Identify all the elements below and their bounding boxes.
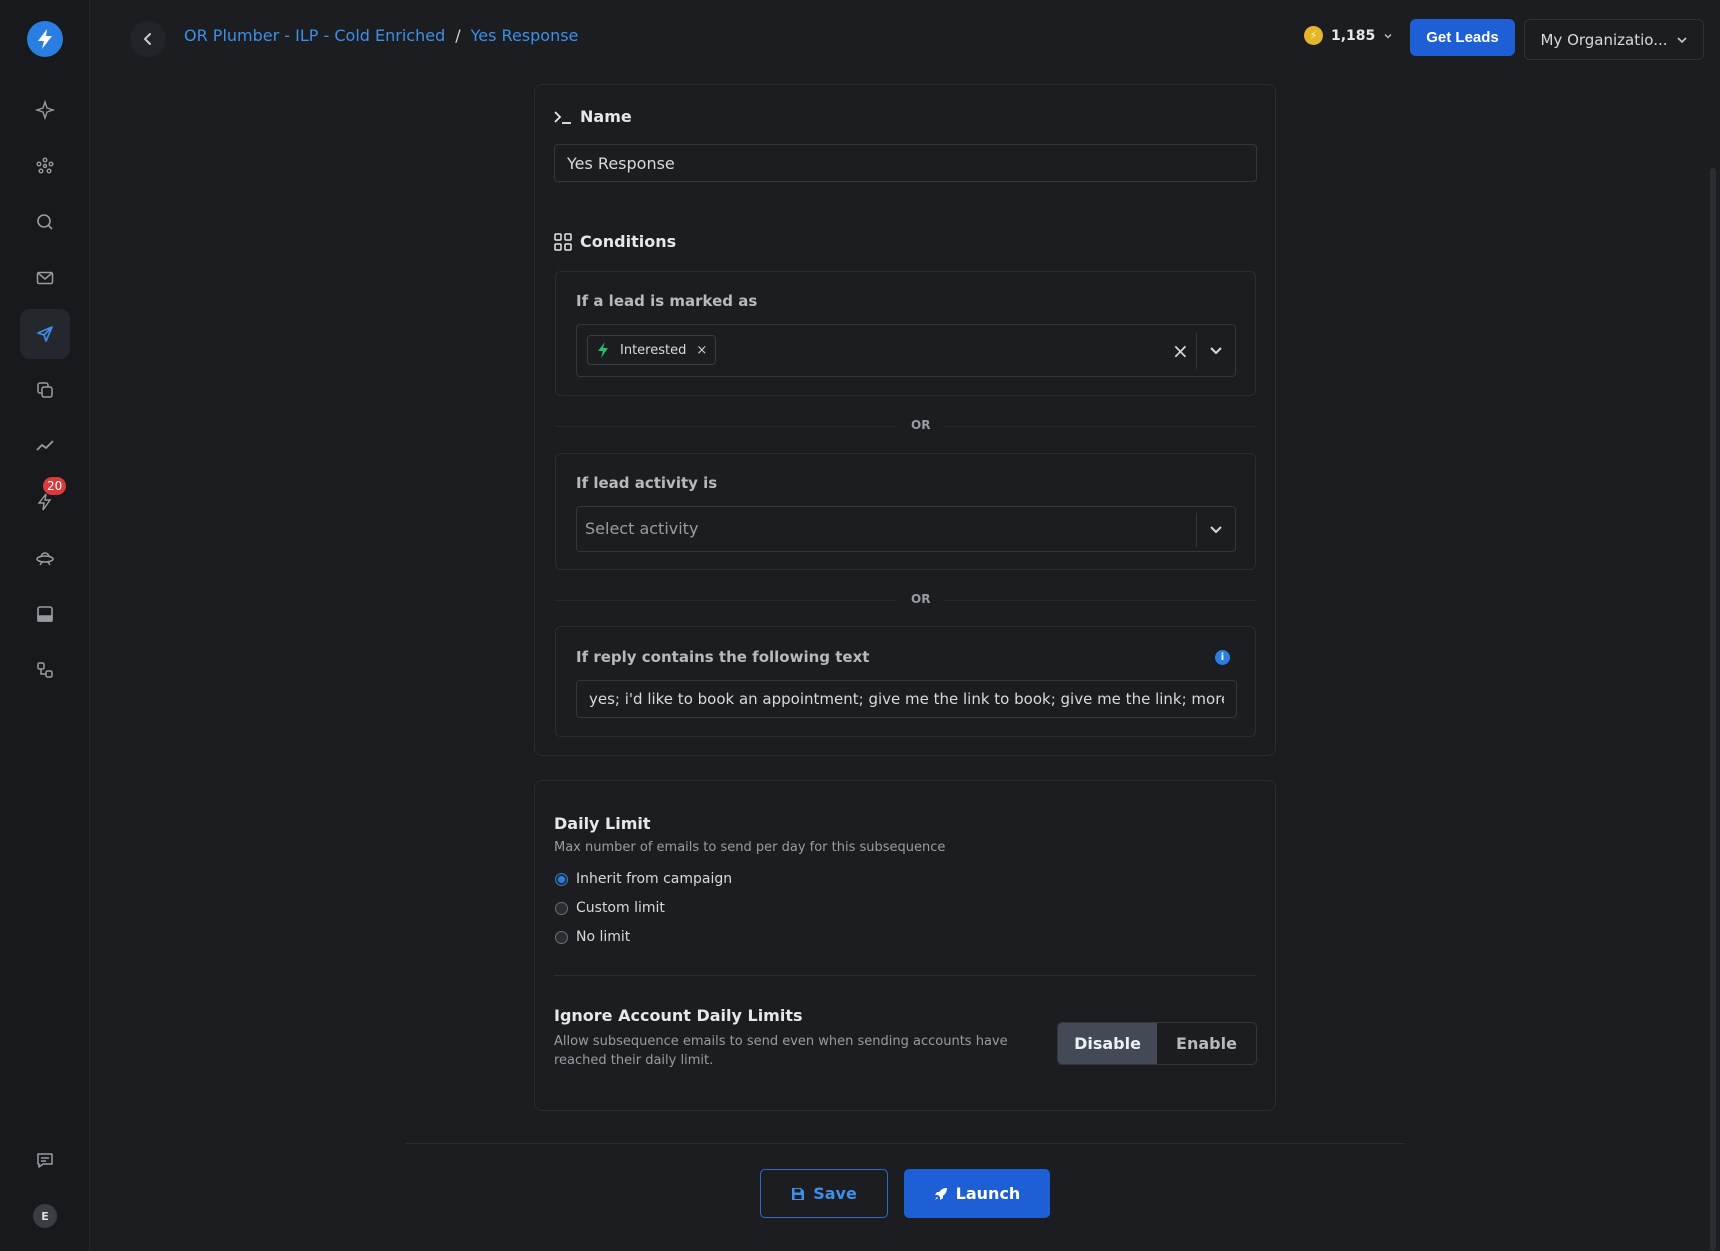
chevron-down-icon (1210, 347, 1222, 355)
organization-dropdown[interactable]: My Organizatio... (1524, 19, 1704, 60)
breadcrumb: OR Plumber - ILP - Cold Enriched / Yes R… (184, 26, 578, 45)
breadcrumb-campaign-link[interactable]: OR Plumber - ILP - Cold Enriched (184, 26, 445, 45)
daily-limit-description: Max number of emails to send per day for… (554, 840, 946, 855)
limits-card: Daily Limit Max number of emails to send… (534, 780, 1276, 1111)
radio-no-limit[interactable]: No limit (555, 929, 630, 945)
conditions-grid-icon (554, 232, 572, 251)
disable-option[interactable]: Disable (1058, 1023, 1157, 1064)
name-section-title: Name (554, 107, 632, 126)
enable-option[interactable]: Enable (1157, 1023, 1256, 1064)
or-divider: OR (555, 592, 1256, 606)
marked-as-label: If a lead is marked as (576, 292, 758, 310)
sparkle-icon[interactable] (20, 85, 70, 135)
footer-divider (406, 1143, 1405, 1144)
chevron-down-icon (1384, 33, 1392, 39)
launch-button[interactable]: Launch (904, 1169, 1050, 1218)
bolt-icon (598, 342, 608, 358)
daily-limit-title: Daily Limit (554, 814, 651, 833)
remove-chip-icon[interactable]: × (696, 343, 707, 358)
bolt-icon[interactable]: 20 (20, 477, 70, 527)
floppy-disk-icon (792, 1187, 805, 1200)
save-button[interactable]: Save (760, 1169, 888, 1218)
radio-button[interactable] (555, 930, 568, 944)
radio-button[interactable] (555, 901, 568, 915)
lead-activity-condition: If lead activity is Select activity (555, 453, 1256, 570)
lead-status-condition: If a lead is marked as Interested × × (555, 271, 1256, 396)
activity-placeholder: Select activity (585, 519, 699, 538)
rocket-icon (934, 1187, 947, 1200)
activity-label: If lead activity is (576, 474, 718, 492)
info-icon[interactable]: i (1215, 650, 1230, 665)
breadcrumb-current[interactable]: Yes Response (471, 26, 579, 45)
chevron-down-icon (1676, 36, 1687, 43)
credits-count: 1,185 (1331, 27, 1376, 44)
mail-icon[interactable] (20, 253, 70, 303)
status-chip-label: Interested (620, 342, 687, 358)
radio-button[interactable] (555, 872, 568, 886)
subsequence-settings-card: Name Conditions If a lead is marked as I… (534, 84, 1276, 756)
clear-selection-icon[interactable]: × (1172, 339, 1189, 363)
section-divider (554, 975, 1257, 976)
chat-icon[interactable] (20, 1135, 70, 1185)
analytics-icon[interactable] (20, 421, 70, 471)
reply-text-condition: If reply contains the following text i (555, 626, 1256, 737)
radio-inherit-from-campaign[interactable]: Inherit from campaign (555, 871, 732, 887)
get-leads-button[interactable]: Get Leads (1410, 19, 1515, 56)
reply-text-input[interactable] (576, 680, 1237, 718)
app-logo-icon[interactable] (27, 21, 63, 57)
scrollbar[interactable] (1710, 168, 1716, 1251)
breadcrumb-separator: / (455, 26, 461, 45)
back-button[interactable] (130, 21, 166, 57)
integrations-icon[interactable] (20, 645, 70, 695)
ignore-limits-description: Allow subsequence emails to send even wh… (554, 1034, 1008, 1068)
name-input[interactable] (554, 144, 1257, 182)
organization-label: My Organizatio... (1540, 30, 1668, 49)
notification-badge: 20 (43, 477, 67, 495)
chevron-down-icon (1210, 526, 1222, 534)
ignore-limits-title: Ignore Account Daily Limits (554, 1006, 803, 1025)
or-divider: OR (555, 418, 1256, 432)
ufo-icon[interactable] (20, 533, 70, 583)
status-chip: Interested × (587, 335, 717, 365)
reply-label: If reply contains the following text (576, 648, 870, 666)
activity-select[interactable]: Select activity (576, 506, 1236, 552)
credits-dropdown[interactable]: ⚡ 1,185 (1304, 26, 1393, 45)
network-icon[interactable] (20, 141, 70, 191)
conditions-section-title: Conditions (554, 232, 676, 251)
radio-custom-limit[interactable]: Custom limit (555, 900, 665, 916)
avatar[interactable]: E (33, 1204, 57, 1228)
coin-icon: ⚡ (1304, 26, 1323, 45)
inbox-icon[interactable] (20, 589, 70, 639)
copy-icon[interactable] (20, 365, 70, 415)
send-icon[interactable] (20, 309, 70, 359)
ignore-limits-toggle[interactable]: Disable Enable (1057, 1022, 1257, 1065)
sidebar: 20 E (0, 0, 90, 1251)
terminal-icon (554, 110, 571, 124)
search-icon[interactable] (20, 197, 70, 247)
lead-status-select[interactable]: Interested × × (576, 324, 1236, 377)
